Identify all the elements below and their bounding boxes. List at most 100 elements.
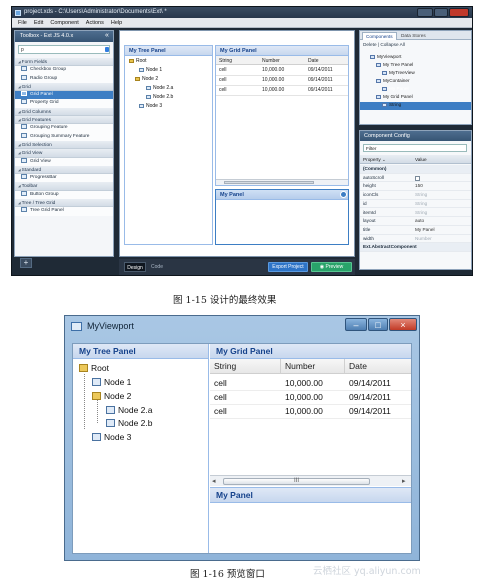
canvas-grid-panel[interactable]: My Grid Panel String Number Date cell 10… [215,45,349,186]
toolbox-item[interactable]: Grid Panel [15,91,113,100]
inspector-node[interactable]: MyViewport [370,53,401,61]
toolbox-item[interactable]: Grid View [15,157,113,166]
inspector-node[interactable]: MyTreeView [382,69,415,77]
toolbox-item[interactable]: Grouping Summary Feature [15,132,113,141]
tab-design[interactable]: Design [124,262,146,272]
inspector-actions[interactable]: Delete | Collapse All [363,42,405,47]
menu-edit[interactable]: Edit [34,20,43,26]
config-group[interactable]: Ext.AbstractComponent [360,243,471,252]
config-value[interactable]: auto [415,217,424,226]
close-button[interactable] [449,8,469,17]
tree-node[interactable]: Node 1 [139,67,162,73]
toolbox-item[interactable]: Button Group [15,190,113,200]
export-project-button[interactable]: Export Project [268,262,308,272]
value-column[interactable]: Value [415,155,427,164]
grid-col-header[interactable]: String [219,58,232,64]
inspector-node[interactable]: String [382,101,401,109]
toolbox-category[interactable]: Grid Selection [15,140,113,150]
config-value[interactable]: 150 [415,182,423,191]
config-row[interactable]: itemId String [360,209,471,218]
scrollbar-thumb[interactable] [224,181,314,184]
grid-col-string[interactable]: String [214,359,236,374]
inspector-node[interactable]: My Panel [382,85,409,93]
tab-data-stores[interactable]: Data Stores [398,32,429,40]
menu-component[interactable]: Component [50,20,78,26]
toolbox-category[interactable]: Grid Columns [15,107,113,117]
config-row[interactable]: id String [360,200,471,209]
inspector-node[interactable]: MyContainer [376,77,410,85]
grid-col-number[interactable]: Number [280,359,315,374]
close-button[interactable]: × [389,318,417,331]
config-filter-input[interactable]: Filter [363,144,467,152]
property-column[interactable]: Property ⌄ [363,155,386,164]
config-row[interactable]: height 150 [360,182,471,192]
tree-node[interactable]: Node 1 [92,377,131,387]
config-row[interactable]: layout auto [360,217,471,226]
toolbox-item[interactable]: Radio Group [15,74,113,83]
tree-node[interactable]: Node 2.b [106,418,153,428]
config-value[interactable]: My Panel [415,226,435,235]
tree-node[interactable]: Node 2 [135,76,158,82]
toolbox-item[interactable]: ProgressBar [15,174,113,183]
grid-row[interactable]: cell 10,000.00 09/14/2011 [210,378,411,391]
toolbox-item[interactable]: Tree Grid Panel [15,207,113,216]
gear-icon[interactable] [340,191,347,198]
tree-node[interactable]: Node 2.b [146,94,173,100]
inspector-node[interactable]: My Tree Panel [376,61,413,69]
grid-col-header[interactable]: Date [308,58,319,64]
scroll-left-icon[interactable]: ◂ [212,477,216,485]
toolbox-search-input[interactable]: p [18,45,110,54]
config-row[interactable]: autoScroll [360,174,471,183]
toolbox-category[interactable]: Grid [15,82,113,92]
grid-row[interactable]: cell 10,000.00 09/14/2011 [210,406,411,419]
maximize-button[interactable] [434,8,448,17]
config-row[interactable]: title My Panel [360,226,471,235]
checkbox[interactable] [415,175,420,181]
tree-node[interactable]: Node 2.a [106,405,153,415]
tree-node[interactable]: Root [129,58,147,64]
toolbox-category[interactable]: Tree / Tree Grid [15,199,113,208]
tree-node[interactable]: Node 2 [92,391,131,401]
toolbox-category[interactable]: Form Fields [15,58,113,67]
search-icon[interactable] [105,47,109,52]
config-row[interactable]: iconCls String [360,191,471,200]
tree-node[interactable]: Node 2.a [146,85,173,91]
toolbox-item[interactable]: Checkbox Group [15,66,113,75]
scroll-right-icon[interactable]: ▸ [402,477,406,485]
scrollbar-thumb[interactable]: III [223,478,370,485]
grid-col-header[interactable]: Number [262,58,280,64]
config-value[interactable]: String [415,191,427,200]
add-icon[interactable]: + [20,258,32,268]
toolbox-item[interactable]: Property Grid [15,99,113,108]
menu-actions[interactable]: Actions [86,20,104,26]
preview-button[interactable]: ◉ Preview [311,262,352,272]
grid-col-date[interactable]: Date [344,359,367,374]
horizontal-scrollbar[interactable]: ◂ III ▸ [210,475,411,486]
tree-node-root[interactable]: Root [79,363,109,373]
config-group[interactable]: (Common) [360,165,471,174]
toolbox-category[interactable]: Standard [15,165,113,175]
canvas-my-panel[interactable]: My Panel [215,189,349,245]
config-row[interactable]: width Number [360,235,471,244]
toolbox-category[interactable]: Grid View [15,149,113,158]
canvas-tree-panel[interactable]: My Tree Panel Root Node 1 Node 2 Node 2.… [124,45,213,245]
config-value[interactable]: Number [415,235,432,244]
collapse-icon[interactable]: « [103,31,111,42]
minimize-button[interactable] [417,8,433,17]
toolbox-category[interactable]: Toolbar [15,182,113,191]
tab-code[interactable]: Code [147,262,167,272]
toolbox-item[interactable]: Grouping Feature [15,124,113,133]
config-value[interactable]: String [415,209,427,218]
horizontal-scrollbar[interactable] [216,179,348,185]
menu-file[interactable]: File [18,20,27,26]
inspector-node[interactable]: My Grid Panel [376,93,413,101]
grid-row[interactable]: cell 10,000.00 09/14/2011 [210,392,411,405]
tab-components[interactable]: Components [362,32,397,40]
config-value[interactable]: String [415,200,427,209]
menu-help[interactable]: Help [111,20,122,26]
minimize-button[interactable]: – [345,318,367,331]
maximize-button[interactable]: □ [368,318,388,331]
tree-node[interactable]: Node 3 [139,103,162,109]
toolbox-category[interactable]: Grid Features [15,116,113,125]
tree-node[interactable]: Node 3 [92,432,131,442]
